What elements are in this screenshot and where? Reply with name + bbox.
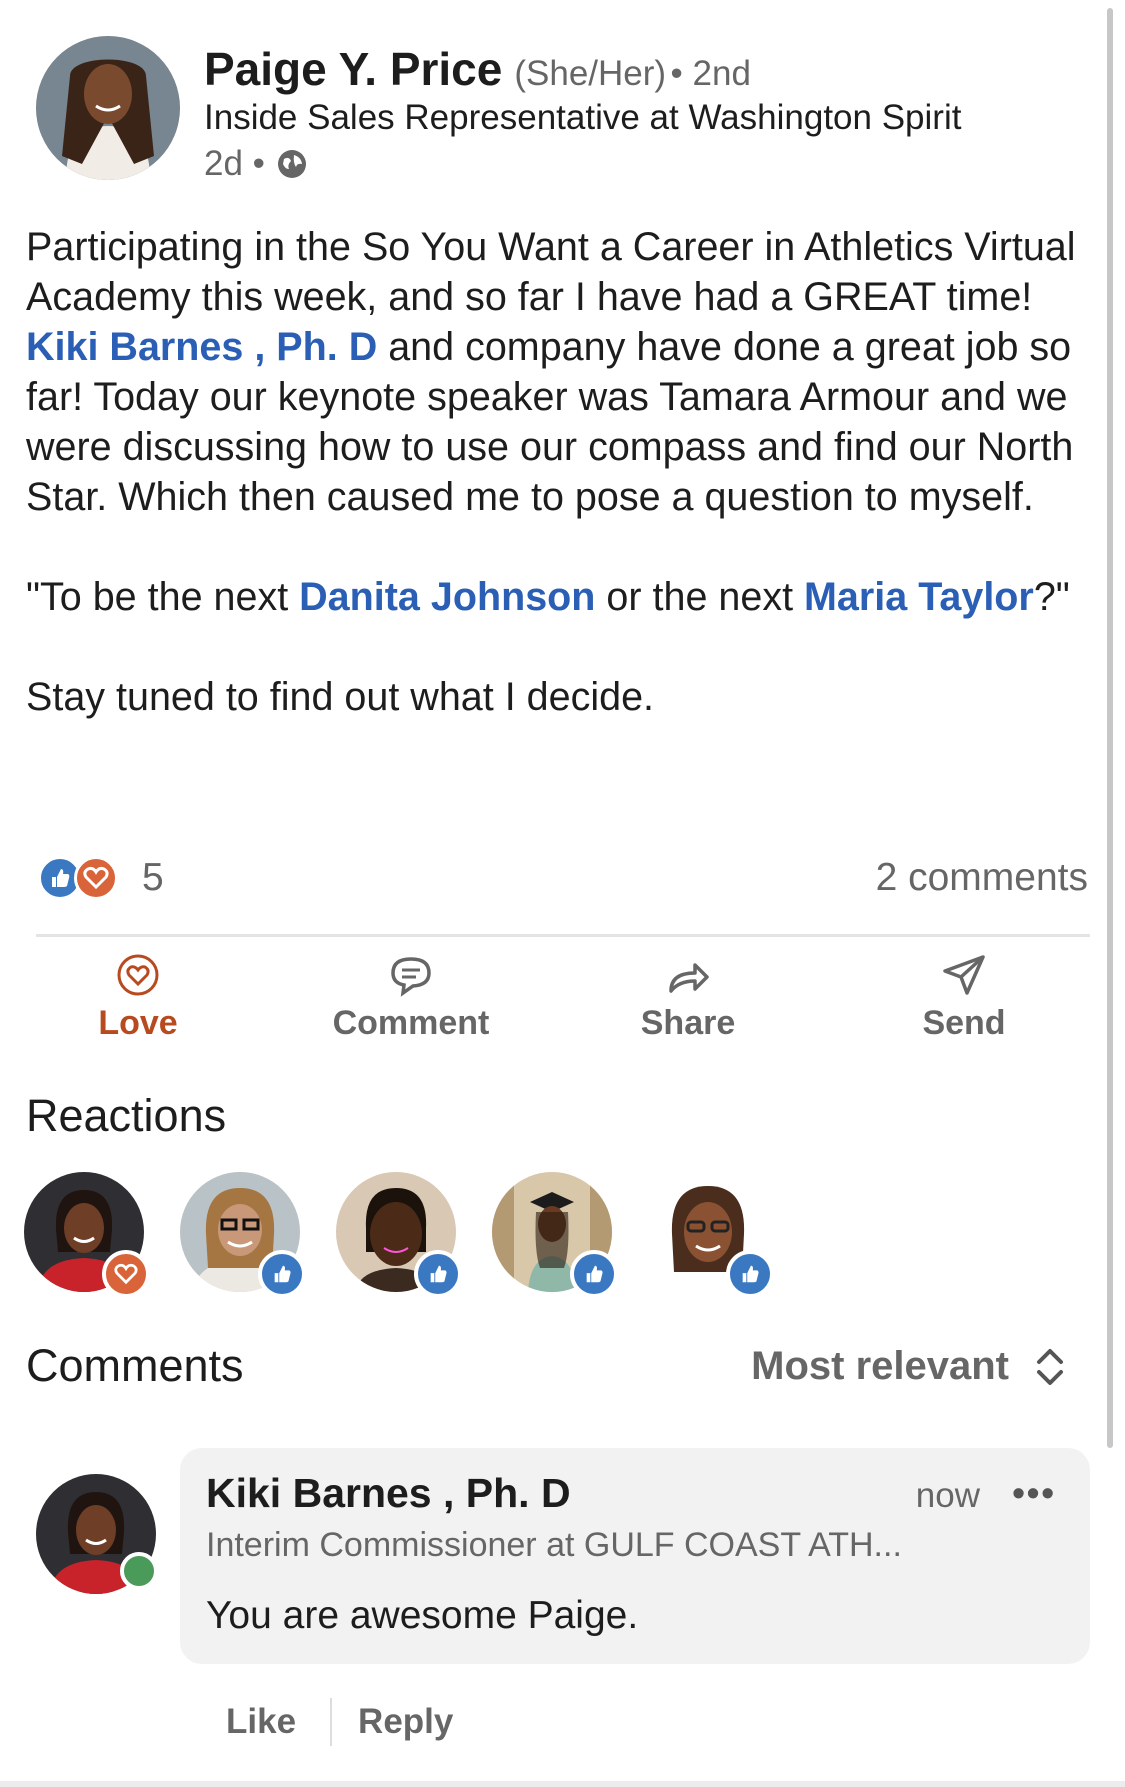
comment-button[interactable]: Comment <box>311 950 511 1043</box>
online-status-indicator <box>120 1552 158 1590</box>
author-avatar[interactable] <box>36 36 180 180</box>
like-badge-icon <box>414 1250 462 1298</box>
post-text: "To be the next <box>26 575 300 619</box>
send-button[interactable]: Send <box>864 950 1064 1043</box>
reactor-avatar[interactable] <box>336 1172 462 1298</box>
comment-bubble: Kiki Barnes , Ph. D now ••• Interim Comm… <box>180 1448 1090 1664</box>
comment-time: now <box>915 1476 980 1515</box>
comment-label: Comment <box>332 1004 490 1042</box>
sort-label: Most relevant <box>751 1344 1009 1388</box>
commenter-name[interactable]: Kiki Barnes , Ph. D <box>206 1470 571 1517</box>
like-badge-icon <box>570 1250 618 1298</box>
post-text: ?" <box>1033 575 1070 619</box>
heart-icon <box>117 954 159 996</box>
comments-title: Comments <box>26 1340 244 1391</box>
reactor-avatar[interactable] <box>24 1172 150 1298</box>
love-label: Love <box>98 1004 178 1042</box>
comment-text: You are awesome Paige. <box>206 1594 639 1637</box>
scrollbar[interactable] <box>1107 8 1113 1448</box>
like-badge-icon <box>726 1250 774 1298</box>
commenter-headline: Interim Commissioner at GULF COAST ATH..… <box>206 1526 902 1564</box>
commenter-avatar[interactable] <box>36 1474 158 1594</box>
reactor-avatar[interactable] <box>648 1172 774 1298</box>
love-badge-icon <box>102 1250 150 1298</box>
connection-degree: • 2nd <box>670 54 751 93</box>
comment-reply-button[interactable]: Reply <box>358 1702 453 1742</box>
post-header: Paige Y. Price (She/Her) • 2nd Inside Sal… <box>36 36 1076 186</box>
send-label: Send <box>922 1004 1006 1042</box>
comment-icon <box>391 957 431 997</box>
reactor-avatar[interactable] <box>180 1172 306 1298</box>
sort-dropdown[interactable]: Most relevant <box>751 1344 1067 1389</box>
author-pronouns: (She/Her) <box>514 54 667 93</box>
share-button[interactable]: Share <box>588 950 788 1043</box>
divider <box>36 934 1090 937</box>
globe-icon <box>277 150 306 178</box>
post-time: 2d • <box>204 144 265 183</box>
mention-danita-johnson[interactable]: Danita Johnson <box>299 575 595 619</box>
like-badge-icon <box>258 1250 306 1298</box>
chevron-up-down-icon <box>1037 1348 1063 1385</box>
comment-count[interactable]: 2 comments <box>876 856 1088 900</box>
post-meta: 2d • <box>204 144 309 184</box>
post-paragraph-1: Participating in the So You Want a Caree… <box>26 222 1096 522</box>
post-paragraph-3: Stay tuned to find out what I decide. <box>26 675 655 719</box>
author-name[interactable]: Paige Y. Price <box>204 43 502 95</box>
post-body: Participating in the So You Want a Caree… <box>26 222 1096 722</box>
divider <box>330 1698 333 1746</box>
love-button[interactable]: Love <box>38 950 238 1043</box>
reaction-count[interactable]: 5 <box>142 856 164 900</box>
share-icon <box>669 963 709 993</box>
mention-kiki-barnes[interactable]: Kiki Barnes , Ph. D <box>26 325 377 369</box>
love-icon <box>74 856 118 900</box>
comment-like-button[interactable]: Like <box>226 1702 296 1742</box>
more-options-icon[interactable]: ••• <box>1012 1472 1056 1514</box>
reactor-avatar[interactable] <box>492 1172 618 1298</box>
action-bar: Love Comment Share Send <box>0 950 1125 1050</box>
social-counts: 5 2 comments <box>38 856 1088 906</box>
post-text: or the next <box>595 575 805 619</box>
mention-maria-taylor[interactable]: Maria Taylor <box>804 575 1034 619</box>
post-paragraph-2: "To be the next Danita Johnson or the ne… <box>26 572 1096 622</box>
share-label: Share <box>640 1004 736 1042</box>
author-headline: Inside Sales Representative at Washingto… <box>204 98 962 137</box>
reactions-title: Reactions <box>26 1090 227 1141</box>
send-icon <box>943 955 985 995</box>
post-text: Participating in the So You Want a Caree… <box>26 225 1076 319</box>
reaction-icons[interactable] <box>38 856 118 900</box>
comment-actions: Like Reply <box>226 1698 453 1746</box>
bottom-divider <box>0 1781 1125 1787</box>
